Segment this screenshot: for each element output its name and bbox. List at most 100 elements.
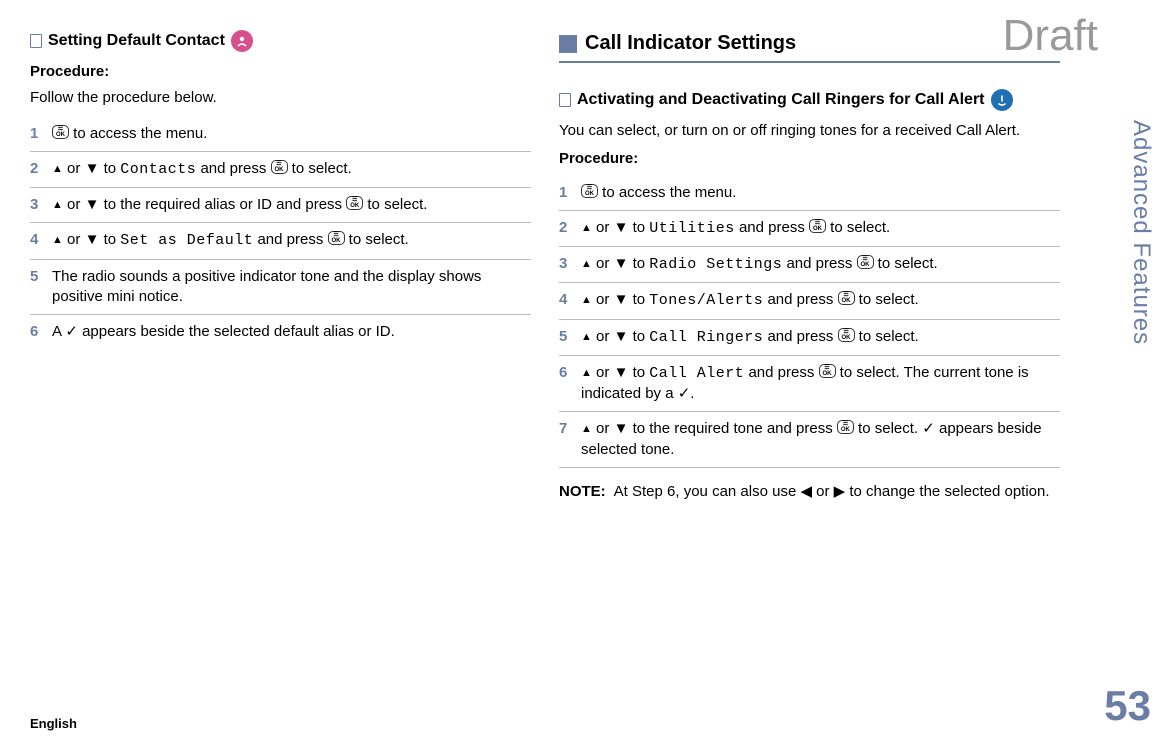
major-heading: Call Indicator Settings: [585, 30, 796, 57]
step-text: to select.: [855, 328, 919, 345]
step-body: ▲ or ▼ to Call Ringers and press to sele…: [581, 327, 1060, 348]
contact-badge-icon: [231, 30, 253, 52]
step-text: or ▼ to the required tone and press: [592, 420, 837, 437]
up-arrow-icon: ▲: [581, 331, 592, 343]
step-body: ▲ or ▼ to Call Alert and press to select…: [581, 363, 1060, 405]
major-heading-row: Call Indicator Settings: [559, 30, 1060, 57]
step-text: and press: [763, 328, 837, 345]
step-row: 1 to access the menu.: [559, 176, 1060, 211]
step-number: 3: [559, 254, 573, 275]
major-rule: [559, 61, 1060, 63]
right-intro: You can select, or turn on or off ringin…: [559, 121, 1060, 141]
step-text: and press: [763, 291, 837, 308]
step-text: to access the menu.: [598, 184, 736, 201]
up-arrow-icon: ▲: [581, 222, 592, 234]
ok-button-icon: [328, 231, 345, 245]
up-arrow-icon: ▲: [581, 258, 592, 270]
step-text: to select.: [826, 219, 890, 236]
note-row: NOTE: At Step 6, you can also use ◀ or ▶…: [559, 482, 1060, 502]
step-number: 2: [30, 159, 44, 180]
up-arrow-icon: ▲: [52, 163, 63, 175]
step-number: 1: [30, 124, 44, 144]
step-row: 4 ▲ or ▼ to Set as Default and press to …: [30, 223, 531, 259]
step-body: ▲ or ▼ to Tones/Alerts and press to sele…: [581, 290, 1060, 311]
step-body: ▲ or ▼ to Radio Settings and press to se…: [581, 254, 1060, 275]
step-text: to select.: [855, 291, 919, 308]
left-intro: Follow the procedure below.: [30, 88, 531, 108]
up-arrow-icon: ▲: [581, 423, 592, 435]
step-text: and press: [196, 160, 270, 177]
up-arrow-icon: ▲: [581, 367, 592, 379]
page-number: 53: [1104, 678, 1151, 735]
step-body: ▲ or ▼ to Contacts and press to select.: [52, 159, 531, 180]
step-text: to select.: [874, 255, 938, 272]
up-arrow-icon: ▲: [52, 234, 63, 246]
step-body: to access the menu.: [52, 124, 531, 144]
step-row: 1 to access the menu.: [30, 117, 531, 152]
step-text: or ▼ to: [592, 328, 649, 345]
document-icon: [30, 34, 42, 48]
ok-button-icon: [857, 255, 874, 269]
step-text: and press: [735, 219, 809, 236]
step-text: or ▼ to: [592, 219, 649, 236]
step-text: and press: [253, 231, 327, 248]
right-column: Call Indicator Settings Activating and D…: [559, 30, 1060, 502]
step-number: 5: [30, 267, 44, 308]
section-square-icon: [559, 35, 577, 53]
step-number: 4: [30, 230, 44, 251]
step-row: 2 ▲ or ▼ to Utilities and press to selec…: [559, 211, 1060, 247]
step-text: to select.: [288, 160, 352, 177]
document-icon: [559, 93, 571, 107]
menu-item-mono: Call Ringers: [649, 329, 763, 346]
step-row: 3 ▲ or ▼ to Radio Settings and press to …: [559, 247, 1060, 283]
step-row: 2 ▲ or ▼ to Contacts and press to select…: [30, 152, 531, 188]
step-row: 3 ▲ or ▼ to the required alias or ID and…: [30, 188, 531, 223]
note-text: At Step 6, you can also use ◀ or ▶ to ch…: [614, 482, 1050, 502]
step-body: A ✓ appears beside the selected default …: [52, 322, 531, 342]
step-row: 6 ▲ or ▼ to Call Alert and press to sele…: [559, 356, 1060, 413]
step-number: 1: [559, 183, 573, 203]
step-text: or ▼ to: [63, 160, 120, 177]
step-body: ▲ or ▼ to Utilities and press to select.: [581, 218, 1060, 239]
draft-watermark: Draft: [1003, 6, 1098, 65]
right-subheading: Activating and Deactivating Call Ringers…: [577, 89, 985, 111]
alert-badge-icon: [991, 89, 1013, 111]
language-label: English: [30, 715, 77, 733]
step-text: or ▼ to: [592, 291, 649, 308]
step-text: to select.: [345, 231, 409, 248]
ok-button-icon: [581, 184, 598, 198]
ok-button-icon: [819, 364, 836, 378]
ok-button-icon: [837, 420, 854, 434]
step-body: ▲ or ▼ to the required tone and press to…: [581, 419, 1060, 460]
left-column: Setting Default Contact Procedure: Follo…: [30, 30, 531, 502]
ok-button-icon: [346, 196, 363, 210]
step-number: 2: [559, 218, 573, 239]
step-number: 6: [30, 322, 44, 342]
step-number: 5: [559, 327, 573, 348]
menu-item-mono: Call Alert: [649, 365, 744, 382]
ok-button-icon: [271, 160, 288, 174]
step-text: or ▼ to the required alias or ID and pre…: [63, 196, 346, 213]
step-body: The radio sounds a positive indicator to…: [52, 267, 531, 308]
ok-button-icon: [838, 328, 855, 342]
page-content: Setting Default Contact Procedure: Follo…: [0, 0, 1080, 502]
step-row: 4 ▲ or ▼ to Tones/Alerts and press to se…: [559, 283, 1060, 319]
step-row: 5 The radio sounds a positive indicator …: [30, 260, 531, 316]
up-arrow-icon: ▲: [581, 294, 592, 306]
step-text: and press: [782, 255, 856, 272]
step-number: 6: [559, 363, 573, 405]
step-body: ▲ or ▼ to the required alias or ID and p…: [52, 195, 531, 215]
up-arrow-icon: ▲: [52, 199, 63, 211]
menu-item-mono: Tones/Alerts: [649, 292, 763, 309]
step-row: 6 A ✓ appears beside the selected defaul…: [30, 315, 531, 349]
step-row: 7 ▲ or ▼ to the required tone and press …: [559, 412, 1060, 468]
step-text: to select.: [363, 196, 427, 213]
left-procedure-label: Procedure:: [30, 62, 531, 82]
menu-item-mono: Set as Default: [120, 232, 253, 249]
ok-button-icon: [809, 219, 826, 233]
step-body: to access the menu.: [581, 183, 1060, 203]
left-heading-row: Setting Default Contact: [30, 30, 531, 52]
step-text: or ▼ to: [592, 364, 649, 381]
step-text: to access the menu.: [69, 125, 207, 142]
step-number: 4: [559, 290, 573, 311]
